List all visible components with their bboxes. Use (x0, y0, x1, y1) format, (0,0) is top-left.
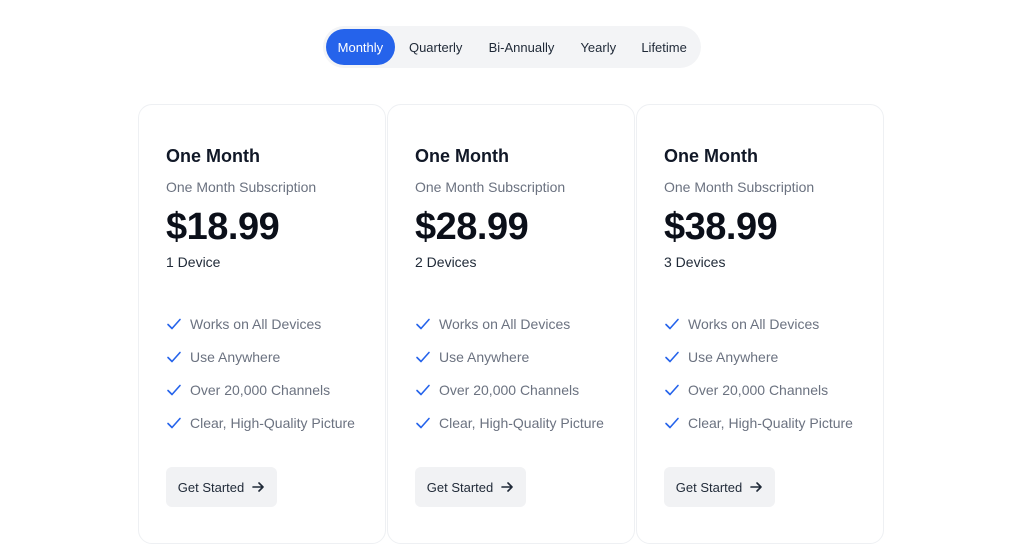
feature-label: Over 20,000 Channels (190, 381, 331, 398)
feature-item: Works on All Devices (664, 307, 883, 340)
check-icon (416, 318, 430, 329)
tab-bi-annually[interactable]: Bi-Annually (477, 29, 567, 65)
plan-title: One Month (166, 146, 260, 166)
tab-monthly[interactable]: Monthly (326, 29, 395, 65)
feature-item: Use Anywhere (415, 340, 634, 373)
plan-devices: 1 Device (166, 254, 221, 270)
feature-list: Works on All Devices Use Anywhere Over 2… (664, 307, 883, 439)
check-icon (665, 417, 679, 428)
feature-label: Use Anywhere (439, 348, 530, 365)
plan-title: One Month (415, 146, 509, 166)
feature-label: Clear, High-Quality Picture (688, 414, 853, 431)
feature-item: Clear, High-Quality Picture (415, 406, 634, 439)
feature-label: Use Anywhere (688, 348, 779, 365)
plan-price: $38.99 (664, 206, 778, 248)
feature-list: Works on All Devices Use Anywhere Over 2… (166, 307, 385, 439)
tab-yearly[interactable]: Yearly (566, 29, 630, 65)
check-icon (416, 417, 430, 428)
check-icon (167, 351, 181, 362)
get-started-button[interactable]: Get Started (664, 467, 775, 507)
arrow-right-icon (501, 482, 514, 492)
plan-subtitle: One Month Subscription (415, 179, 566, 195)
check-icon (416, 351, 430, 362)
get-started-button[interactable]: Get Started (415, 467, 526, 507)
check-icon (416, 384, 430, 395)
feature-item: Works on All Devices (415, 307, 634, 340)
check-icon (665, 351, 679, 362)
feature-label: Works on All Devices (190, 315, 322, 332)
feature-item: Works on All Devices (166, 307, 385, 340)
get-started-button[interactable]: Get Started (166, 467, 277, 507)
feature-item: Use Anywhere (166, 340, 385, 373)
feature-label: Clear, High-Quality Picture (190, 414, 355, 431)
arrow-right-icon (750, 482, 763, 492)
billing-period-tabs: Monthly Quarterly Bi-Annually Yearly Lif… (323, 26, 701, 68)
plan-title: One Month (664, 146, 758, 166)
check-icon (665, 318, 679, 329)
pricing-card-2-devices: One Month One Month Subscription $28.99 … (387, 104, 635, 544)
plan-price: $18.99 (166, 206, 280, 248)
check-icon (167, 318, 181, 329)
get-started-label: Get Started (426, 479, 494, 495)
get-started-label: Get Started (177, 479, 245, 495)
feature-item: Over 20,000 Channels (166, 373, 385, 406)
feature-item: Clear, High-Quality Picture (166, 406, 385, 439)
feature-list: Works on All Devices Use Anywhere Over 2… (415, 307, 634, 439)
arrow-right-icon (252, 482, 265, 492)
plan-devices: 2 Devices (415, 254, 477, 270)
feature-item: Clear, High-Quality Picture (664, 406, 883, 439)
plan-devices: 3 Devices (664, 254, 726, 270)
feature-label: Use Anywhere (190, 348, 281, 365)
feature-item: Use Anywhere (664, 340, 883, 373)
check-icon (167, 417, 181, 428)
plan-subtitle: One Month Subscription (664, 179, 815, 195)
feature-label: Works on All Devices (688, 315, 820, 332)
pricing-cards: One Month One Month Subscription $18.99 … (138, 104, 886, 544)
plan-price: $28.99 (415, 206, 529, 248)
feature-item: Over 20,000 Channels (415, 373, 634, 406)
feature-item: Over 20,000 Channels (664, 373, 883, 406)
feature-label: Over 20,000 Channels (688, 381, 829, 398)
feature-label: Works on All Devices (439, 315, 571, 332)
check-icon (665, 384, 679, 395)
check-icon (167, 384, 181, 395)
pricing-card-3-devices: One Month One Month Subscription $38.99 … (636, 104, 884, 544)
tab-quarterly[interactable]: Quarterly (395, 29, 477, 65)
tab-lifetime[interactable]: Lifetime (630, 29, 698, 65)
get-started-label: Get Started (675, 479, 743, 495)
feature-label: Clear, High-Quality Picture (439, 414, 604, 431)
pricing-card-1-device: One Month One Month Subscription $18.99 … (138, 104, 386, 544)
feature-label: Over 20,000 Channels (439, 381, 580, 398)
plan-subtitle: One Month Subscription (166, 179, 317, 195)
